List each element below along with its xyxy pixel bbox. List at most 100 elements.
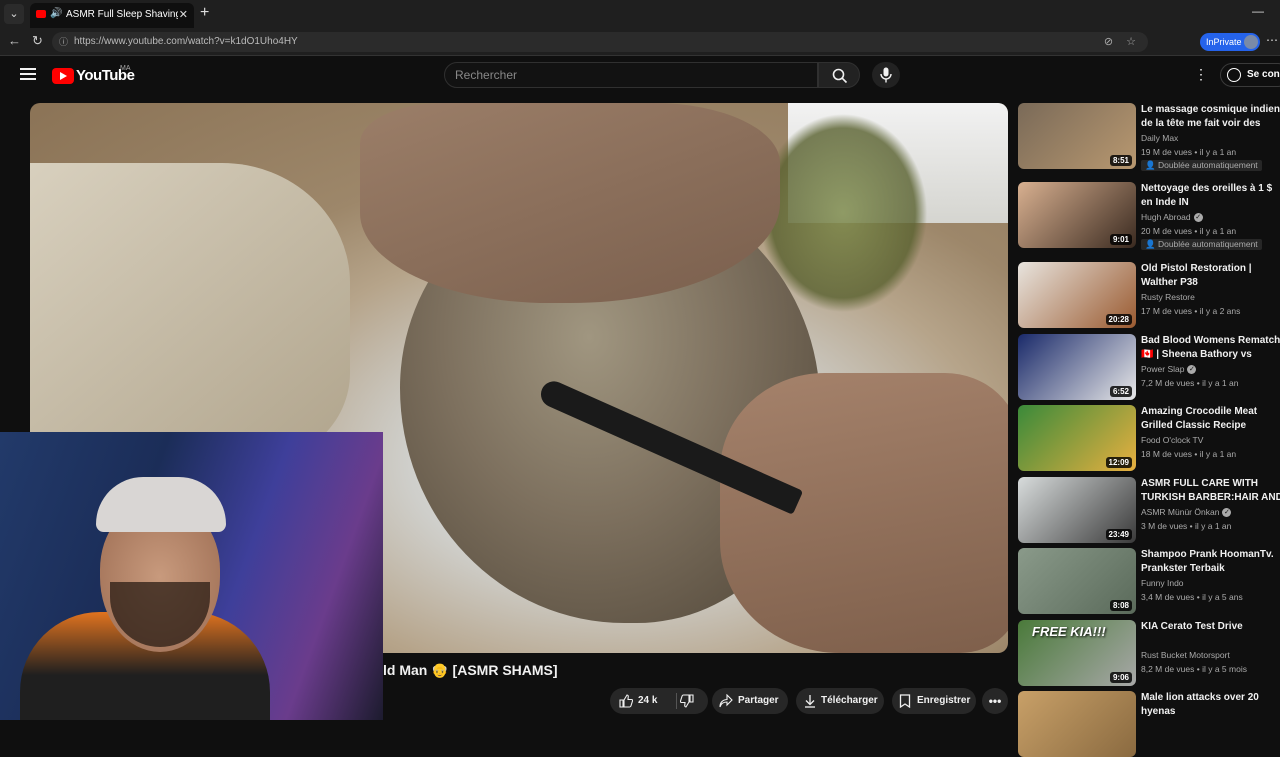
share-label: Partager: [738, 695, 779, 706]
menu-icon[interactable]: [20, 68, 36, 80]
play-logo-icon: [52, 68, 74, 84]
channel-name-row[interactable]: Daily Max: [1141, 133, 1178, 143]
thumbs-up-icon[interactable]: [619, 694, 633, 708]
dubbed-person-icon: 👤: [1145, 239, 1158, 249]
channel-name: Rusty Restore: [1141, 292, 1195, 302]
video-duration: 8:08: [1109, 600, 1132, 611]
recommendation-title[interactable]: Male lion attacks over 20 hyenas: [1141, 691, 1280, 719]
channel-name-row[interactable]: Rust Bucket Motorsport: [1141, 650, 1230, 660]
tab-actions-menu-icon[interactable]: ⌄: [4, 4, 24, 24]
like-dislike-group: 24 k: [610, 688, 708, 714]
video-frame-hand-razor: [720, 373, 1008, 653]
channel-name: Food O'clock TV: [1141, 435, 1204, 445]
recommendation-thumbnail[interactable]: 23:49: [1018, 477, 1136, 543]
share-button[interactable]: Partager: [712, 688, 788, 714]
dubbed-person-icon: 👤: [1145, 160, 1158, 170]
thumbs-down-icon[interactable]: [680, 694, 694, 708]
save-button[interactable]: Enregistrer: [892, 688, 976, 714]
recommendation-title[interactable]: Amazing Crocodile Meat Grilled Classic R…: [1141, 405, 1280, 433]
tracking-prevention-icon[interactable]: ⊘: [1104, 36, 1113, 48]
search-input[interactable]: Rechercher: [444, 62, 818, 88]
minimize-window-icon[interactable]: —: [1252, 4, 1264, 18]
recommendation-title[interactable]: Shampoo Prank HoomanTv. Prankster Terbai…: [1141, 548, 1280, 576]
inprivate-label: InPrivate: [1206, 37, 1242, 47]
verified-check-icon: ✓: [1187, 365, 1197, 375]
channel-name-row[interactable]: ASMR Münür Önkan ✓: [1141, 507, 1232, 518]
channel-name: Rust Bucket Motorsport: [1141, 650, 1230, 660]
tab-title: ASMR Full Sleep Shaving & H: [66, 9, 178, 20]
channel-name: ASMR Münür Önkan: [1141, 507, 1220, 517]
dubbed-badge: 👤 Doublée automatiquement: [1141, 160, 1262, 171]
sign-in-button[interactable]: Se conn: [1220, 63, 1280, 87]
speaker-icon[interactable]: 🔊: [50, 8, 62, 19]
refresh-icon[interactable]: ↻: [32, 33, 43, 49]
new-tab-icon[interactable]: +: [200, 4, 209, 22]
video-duration: 12:09: [1105, 457, 1132, 468]
site-info-icon[interactable]: ⓘ: [59, 32, 68, 52]
views-and-age: 7,2 M de vues • il y a 1 an: [1141, 378, 1239, 388]
settings-kebab-icon[interactable]: ⋮: [1194, 66, 1208, 83]
profile-avatar: [1244, 35, 1258, 49]
channel-name-row[interactable]: Food O'clock TV: [1141, 435, 1203, 445]
channel-name: Daily Max: [1141, 133, 1179, 143]
more-actions-icon[interactable]: •••: [982, 688, 1008, 714]
channel-name-row[interactable]: Power Slap ✓: [1141, 364, 1197, 375]
recommendation-title[interactable]: Bad Blood Womens Rematch 🇨🇦 | Sheena Bat…: [1141, 334, 1280, 362]
video-frame-arm: [30, 163, 350, 463]
search-button[interactable]: [818, 62, 860, 88]
close-tab-icon[interactable]: ✕: [179, 8, 188, 21]
recommendation-thumbnail[interactable]: 8:51: [1018, 103, 1136, 169]
recommendation-item[interactable]: 20:28 Old Pistol Restoration | Walther P3…: [1018, 262, 1280, 328]
video-duration: 6:52: [1109, 386, 1132, 397]
download-button[interactable]: Télécharger: [796, 688, 884, 714]
views-and-age: 20 M de vues • il y a 1 an: [1141, 226, 1237, 236]
url-text: https://www.youtube.com/watch?v=k1dO1Uho…: [74, 36, 298, 47]
video-duration: 9:01: [1109, 234, 1132, 245]
recommendation-item[interactable]: 12:09 Amazing Crocodile Meat Grilled Clas…: [1018, 405, 1280, 471]
channel-name-row[interactable]: Rusty Restore: [1141, 292, 1195, 302]
recommendation-title[interactable]: KIA Cerato Test Drive: [1141, 620, 1280, 634]
views-and-age: 19 M de vues • il y a 1 an: [1141, 147, 1237, 157]
recommendation-title[interactable]: Nettoyage des oreilles à 1 $ en Inde IN: [1141, 182, 1280, 210]
back-arrow-icon[interactable]: ←: [8, 33, 21, 48]
download-icon: [805, 695, 815, 708]
recommendation-title[interactable]: Old Pistol Restoration | Walther P38: [1141, 262, 1280, 290]
voice-search-button[interactable]: [872, 62, 900, 88]
channel-name-row[interactable]: Hugh Abroad ✓: [1141, 212, 1203, 223]
recommendation-thumbnail[interactable]: 9:01: [1018, 182, 1136, 248]
recommendation-thumbnail[interactable]: 8:08: [1018, 548, 1136, 614]
inprivate-badge[interactable]: InPrivate: [1200, 33, 1260, 51]
channel-name-row[interactable]: Funny Indo: [1141, 578, 1184, 588]
recommendation-item[interactable]: 9:01 Nettoyage des oreilles à 1 $ en Inde…: [1018, 182, 1280, 250]
video-duration: 9:06: [1109, 672, 1132, 683]
recommendation-item[interactable]: FREE KIA!!! 9:06 KIA Cerato Test Drive Rust…: [1018, 620, 1280, 686]
views-and-age: 18 M de vues • il y a 1 an: [1141, 449, 1237, 459]
country-code: MA: [120, 65, 131, 72]
browser-menu-icon[interactable]: ⋯: [1266, 33, 1278, 47]
favorite-star-icon[interactable]: ☆: [1126, 36, 1136, 48]
recommendation-item[interactable]: 23:49 ASMR FULL CARE WITH TURKISH BARBER:…: [1018, 477, 1280, 543]
recommendation-thumbnail[interactable]: [1018, 691, 1136, 757]
recommendation-item[interactable]: 8:08 Shampoo Prank HoomanTv. Prankster Te…: [1018, 548, 1280, 614]
recommendation-title[interactable]: ASMR FULL CARE WITH TURKISH BARBER:HAIR …: [1141, 477, 1280, 505]
browser-tab[interactable]: 🔊 ASMR Full Sleep Shaving & H ✕: [30, 3, 194, 28]
facecam-cap: [96, 477, 226, 532]
recommendation-thumbnail[interactable]: 6:52: [1018, 334, 1136, 400]
recommendation-thumbnail[interactable]: FREE KIA!!! 9:06: [1018, 620, 1136, 686]
address-bar-row: ← ↻ ⓘ https://www.youtube.com/watch?v=k1…: [0, 28, 1280, 56]
recommendation-item[interactable]: 6:52 Bad Blood Womens Rematch 🇨🇦 | Sheena…: [1018, 334, 1280, 400]
youtube-header: YouTube MA Rechercher ⋮ Se conn: [0, 56, 1280, 98]
like-count[interactable]: 24 k: [638, 688, 657, 714]
channel-name: Hugh Abroad: [1141, 212, 1191, 222]
bookmark-icon: [899, 694, 911, 708]
recommendation-title[interactable]: Le massage cosmique indien de la tête me…: [1141, 103, 1280, 131]
verified-check-icon: ✓: [1193, 213, 1203, 223]
recommendation-thumbnail[interactable]: 20:28: [1018, 262, 1136, 328]
video-frame-hand: [360, 103, 780, 303]
url-field[interactable]: ⓘ https://www.youtube.com/watch?v=k1dO1U…: [52, 32, 1148, 52]
recommendation-thumbnail[interactable]: 12:09: [1018, 405, 1136, 471]
sign-in-label: Se conn: [1247, 69, 1280, 80]
save-label: Enregistrer: [917, 695, 971, 706]
recommendation-item[interactable]: Male lion attacks over 20 hyenas: [1018, 691, 1280, 757]
recommendation-item[interactable]: 8:51 Le massage cosmique indien de la têt…: [1018, 103, 1280, 171]
